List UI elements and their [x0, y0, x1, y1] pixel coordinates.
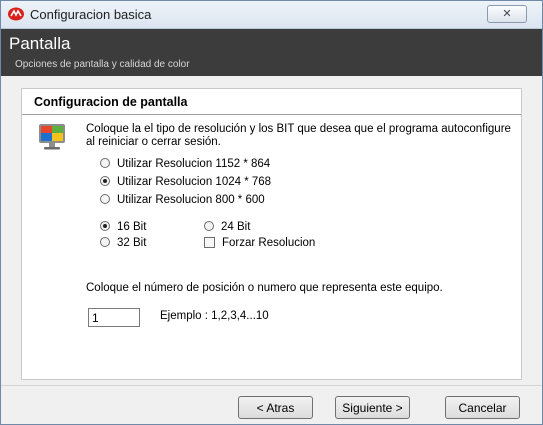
banner-subtitle: Opciones de pantalla y calidad de color: [15, 59, 190, 70]
app-logo-icon: [8, 7, 24, 21]
checkbox-label: Forzar Resolucion: [222, 237, 316, 249]
cancel-button[interactable]: Cancelar: [445, 396, 520, 419]
radio-32-bit[interactable]: 32 Bit: [100, 237, 146, 249]
back-button[interactable]: < Atras: [238, 396, 313, 419]
window-title: Configuracion basica: [30, 7, 152, 22]
radio-label: Utilizar Resolucion 1152 * 864: [117, 158, 271, 170]
radio-24-bit[interactable]: 24 Bit: [204, 221, 250, 233]
radio-indicator: [100, 176, 110, 186]
radio-label: 16 Bit: [117, 221, 147, 233]
close-icon: ✕: [502, 8, 512, 20]
radio-res-1152[interactable]: Utilizar Resolucion 1152 * 864: [100, 158, 270, 170]
radio-res-800[interactable]: Utilizar Resolucion 800 * 600: [100, 194, 265, 206]
config-window: Configuracion basica ✕ Pantalla Opciones…: [0, 0, 543, 425]
section-divider: [22, 114, 521, 115]
header-banner: Pantalla Opciones de pantalla y calidad …: [1, 29, 542, 76]
close-button[interactable]: ✕: [487, 5, 527, 23]
radio-res-1024[interactable]: Utilizar Resolucion 1024 * 768: [100, 176, 271, 188]
position-label: Coloque el número de posición o numero q…: [86, 282, 443, 294]
footer-divider: [1, 385, 542, 386]
force-resolution-checkbox[interactable]: Forzar Resolucion: [204, 237, 315, 249]
radio-indicator: [100, 194, 110, 204]
radio-label: 32 Bit: [117, 237, 147, 249]
radio-label: Utilizar Resolucion 800 * 600: [117, 194, 265, 206]
section-title: Configuracion de pantalla: [34, 95, 188, 109]
radio-indicator: [204, 221, 214, 231]
position-example: Ejemplo : 1,2,3,4...10: [160, 310, 269, 322]
radio-16-bit[interactable]: 16 Bit: [100, 221, 146, 233]
radio-indicator: [100, 237, 110, 247]
section-description: Coloque la el tipo de resolución y los B…: [86, 123, 511, 148]
radio-label: 24 Bit: [221, 221, 251, 233]
settings-panel: Configuracion de pantalla Coloque la el …: [21, 88, 522, 380]
position-number-input[interactable]: [88, 308, 140, 327]
radio-label: Utilizar Resolucion 1024 * 768: [117, 176, 272, 188]
title-bar: Configuracion basica ✕: [1, 1, 542, 29]
radio-indicator: [100, 221, 110, 231]
checkbox-indicator: [204, 237, 215, 248]
next-button[interactable]: Siguiente >: [335, 396, 410, 419]
banner-title: Pantalla: [9, 34, 71, 53]
radio-indicator: [100, 158, 110, 168]
monitor-icon: [39, 124, 65, 150]
